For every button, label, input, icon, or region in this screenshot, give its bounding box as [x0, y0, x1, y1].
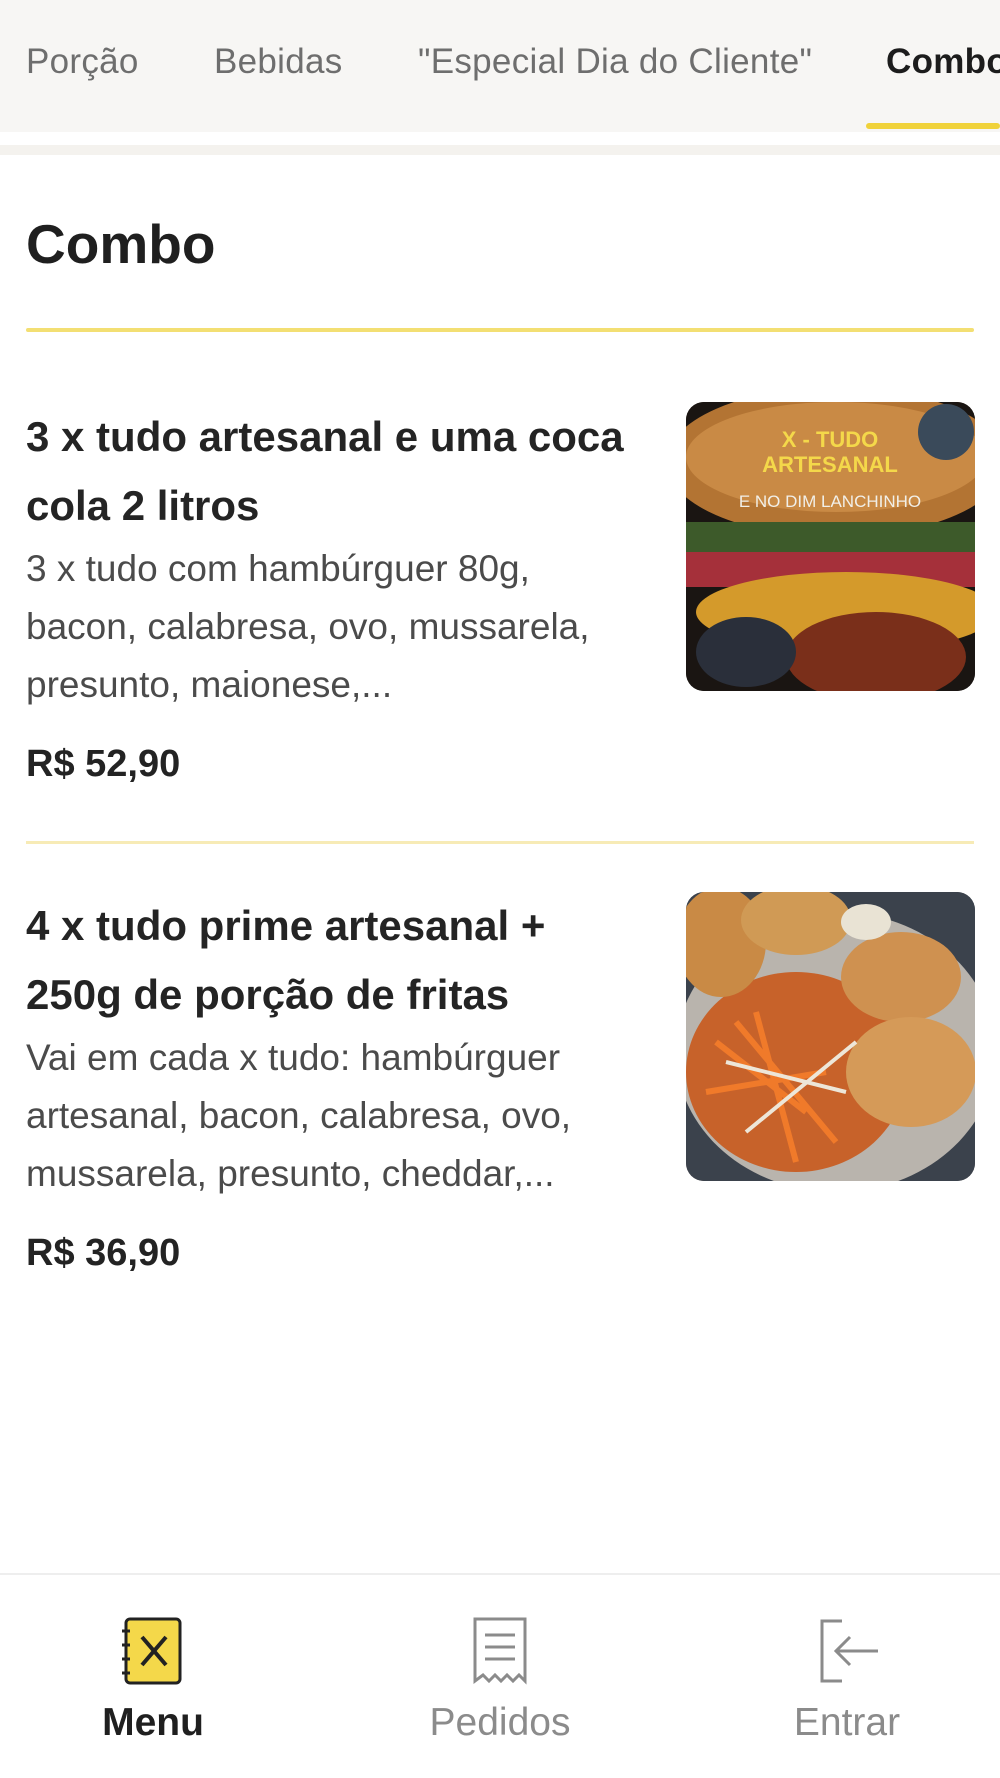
tab-especial-dia-do-cliente[interactable]: "Especial Dia do Cliente"	[418, 42, 812, 82]
photo-caption-line2: ARTESANAL	[762, 452, 898, 477]
login-icon	[820, 1619, 878, 1683]
photo-caption-line1: X - TUDO	[782, 427, 879, 452]
item-photo[interactable]	[686, 892, 975, 1181]
item-name: 3 x tudo artesanal e uma coca cola 2 lit…	[26, 413, 624, 529]
item-name: 4 x tudo prime artesanal + 250g de porçã…	[26, 902, 546, 1018]
burgers-fries-photo-illustration	[686, 892, 975, 1181]
section-divider	[26, 328, 974, 332]
item-price: R$ 36,90	[26, 1232, 181, 1274]
category-tabs: Porção Bebidas "Especial Dia do Cliente"…	[0, 0, 1000, 132]
nav-pedidos-label: Pedidos	[429, 1701, 571, 1744]
item-divider	[26, 841, 974, 844]
item-description: 3 x tudo com hambúrguer 80g, bacon, cala…	[26, 548, 590, 705]
receipt-icon	[473, 1617, 527, 1685]
nav-entrar-label: Entrar	[793, 1701, 901, 1744]
active-tab-indicator	[866, 123, 1000, 129]
photo-caption-line3: E NO DIM LANCHINHO	[739, 492, 921, 511]
bottom-navigation: Menu Pedidos Entrar	[0, 1573, 1000, 1778]
item-description: Vai em cada x tudo: hambúrguer artesanal…	[26, 1037, 572, 1194]
tabs-shadow	[0, 145, 1000, 155]
nav-menu[interactable]: Menu	[53, 1615, 253, 1745]
burger-photo-illustration: X - TUDO ARTESANAL E NO DIM LANCHINHO	[686, 402, 975, 691]
item-price: R$ 52,90	[26, 743, 181, 785]
nav-menu-label: Menu	[102, 1701, 204, 1744]
nav-entrar[interactable]: Entrar	[747, 1615, 947, 1745]
tab-bebidas[interactable]: Bebidas	[214, 42, 343, 82]
menu-book-icon	[122, 1617, 182, 1685]
tab-combo[interactable]: Combo	[886, 42, 1000, 82]
item-photo[interactable]: X - TUDO ARTESANAL E NO DIM LANCHINHO	[686, 402, 975, 691]
nav-pedidos[interactable]: Pedidos	[400, 1615, 600, 1745]
tab-porcao[interactable]: Porção	[26, 42, 139, 82]
section-title: Combo	[26, 213, 216, 275]
